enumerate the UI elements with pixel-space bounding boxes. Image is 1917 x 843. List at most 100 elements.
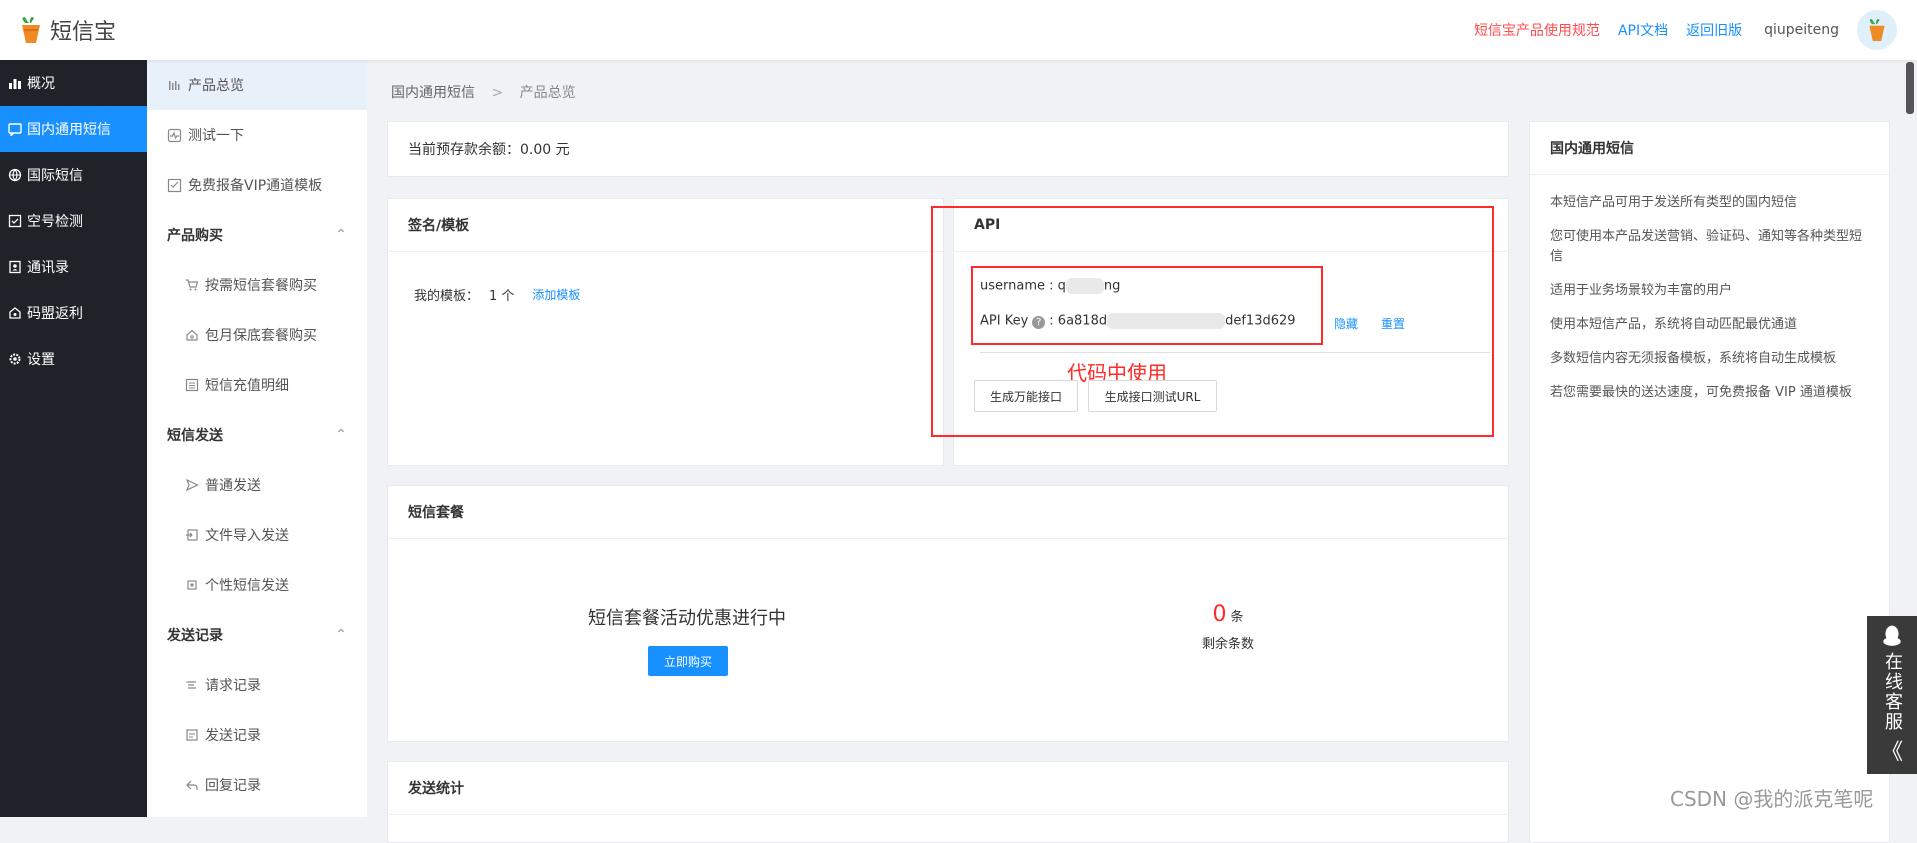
sidebar-item-package-buy[interactable]: 按需短信套餐购买 — [147, 260, 367, 310]
card-title: 国内通用短信 — [1530, 122, 1889, 175]
sidebar-item-custom-send[interactable]: 个性短信发送 — [147, 560, 367, 610]
info-item: 您可使用本产品发送营销、验证码、通知等各种类型短信 — [1550, 229, 1863, 264]
sidebar-item-label: 免费报备VIP通道模板 — [188, 178, 323, 194]
avatar[interactable] — [1857, 10, 1897, 50]
nav-overview[interactable]: 概况 — [0, 60, 147, 106]
package-card: 短信套餐 短信套餐活动优惠进行中 立即购买 0条 剩余条数 — [387, 485, 1509, 742]
top-links: 短信宝产品使用规范 API文档 返回旧版 qiupeiteng — [1474, 0, 1897, 60]
sidebar-item-request-records[interactable]: 请求记录 — [147, 660, 367, 710]
section-purchase[interactable]: 产品购买 ⌃ — [147, 210, 367, 260]
collapse-icon[interactable]: 《 — [1881, 734, 1903, 766]
nav-empty-number-check[interactable]: 空号检测 — [0, 198, 147, 244]
nav-label: 设置 — [27, 352, 55, 368]
bars-icon — [169, 80, 180, 90]
sidebar-item-label: 按需短信套餐购买 — [205, 278, 317, 294]
info-item: 若您需要最快的送达速度，可免费报备 VIP 通道模板 — [1550, 385, 1852, 400]
card-title: 发送统计 — [388, 762, 1508, 815]
sidebar-item-label: 请求记录 — [205, 678, 261, 694]
breadcrumb-root[interactable]: 国内通用短信 — [391, 85, 475, 101]
reply-icon — [186, 780, 198, 790]
message-icon — [8, 123, 22, 136]
remaining-block: 0条 剩余条数 — [1173, 602, 1283, 652]
sidebar-item-test[interactable]: 测试一下 — [147, 110, 367, 160]
nav-settings[interactable]: 设置 — [0, 336, 147, 382]
chevron-up-icon: ⌃ — [335, 627, 347, 643]
request-icon — [186, 681, 196, 689]
nav-label: 通讯录 — [27, 260, 69, 276]
rules-link[interactable]: 短信宝产品使用规范 — [1474, 20, 1600, 40]
sidebar-item-label: 回复记录 — [205, 778, 261, 794]
section-title: 发送记录 — [167, 628, 223, 644]
card-title: 签名/模板 — [388, 199, 943, 252]
old-version-link[interactable]: 返回旧版 — [1686, 20, 1742, 40]
breadcrumb-separator: > — [491, 85, 504, 101]
pulse-icon — [167, 128, 182, 142]
template-label: 我的模板： — [414, 289, 480, 304]
nav-contacts[interactable]: 通讯录 — [0, 244, 147, 290]
qq-penguin-icon — [1883, 625, 1901, 646]
sidebar-item-label: 文件导入发送 — [205, 528, 289, 544]
rebate-icon — [9, 307, 21, 319]
api-doc-link[interactable]: API文档 — [1618, 20, 1668, 40]
sidebar-item-send-records[interactable]: 发送记录 — [147, 710, 367, 760]
sidebar-item-label: 短信充值明细 — [205, 378, 289, 394]
add-template-link[interactable]: 添加模板 — [532, 286, 580, 303]
sidebar-item-label: 发送记录 — [205, 728, 261, 744]
chevron-up-icon: ⌃ — [335, 427, 347, 443]
annotation-box-inner — [971, 266, 1323, 345]
template-row: 我的模板： 1 个 添加模板 — [414, 285, 580, 304]
top-bar: 短信宝 短信宝产品使用规范 API文档 返回旧版 qiupeiteng — [0, 0, 1917, 60]
brand-logo[interactable]: 短信宝 — [18, 14, 116, 46]
sidebar-item-recharge-detail[interactable]: 短信充值明细 — [147, 360, 367, 410]
promo-text: 短信套餐活动优惠进行中 — [588, 608, 786, 629]
import-icon — [186, 529, 198, 541]
nav-label: 码盟返利 — [27, 306, 83, 322]
gear-icon — [9, 353, 21, 365]
watermark: CSDN @我的派克笔呢 — [1670, 787, 1874, 811]
breadcrumb: 国内通用短信 > 产品总览 — [391, 82, 576, 102]
section-title: 产品购买 — [167, 228, 223, 244]
list-icon — [185, 378, 199, 392]
template-count: 1 个 — [489, 289, 515, 304]
signature-card: 签名/模板 我的模板： 1 个 添加模板 — [387, 198, 944, 466]
section-records[interactable]: 发送记录 ⌃ — [147, 610, 367, 660]
address-book-icon — [9, 260, 21, 274]
sidebar-item-file-send[interactable]: 文件导入发送 — [147, 510, 367, 560]
nav-label: 空号检测 — [27, 214, 83, 230]
buy-now-button[interactable]: 立即购买 — [648, 646, 728, 676]
sidebar-item-label: 普通发送 — [205, 478, 261, 494]
sidebar-item-normal-send[interactable]: 普通发送 — [147, 460, 367, 510]
info-panel: 国内通用短信 本短信产品可用于发送所有类型的国内短信 您可使用本产品发送营销、验… — [1529, 121, 1890, 843]
primary-sidebar: 概况 国内通用短信 国际短信 空号检测 通讯录 码盟返利 设置 — [0, 60, 147, 817]
info-list: 本短信产品可用于发送所有类型的国内短信 您可使用本产品发送营销、验证码、通知等各… — [1530, 175, 1889, 403]
chevron-up-icon: ⌃ — [335, 227, 347, 243]
template-icon — [167, 178, 182, 192]
sidebar-item-overview[interactable]: 产品总览 — [147, 60, 367, 110]
record-icon — [186, 729, 198, 741]
sidebar-item-vip-template[interactable]: 免费报备VIP通道模板 — [147, 160, 367, 210]
online-service-label: 在线客服 — [1882, 652, 1903, 732]
sidebar-item-monthly-buy[interactable]: 包月保底套餐购买 — [147, 310, 367, 360]
avatar-carrot-icon — [1869, 19, 1885, 41]
nav-rebate[interactable]: 码盟返利 — [0, 290, 147, 336]
nav-label: 国际短信 — [27, 168, 83, 184]
scrollbar-thumb[interactable] — [1906, 62, 1914, 114]
secondary-sidebar: 产品总览 测试一下 免费报备VIP通道模板 产品购买 ⌃ 按需短信套餐购买 包月… — [147, 60, 367, 817]
info-item: 适用于业务场景较为丰富的用户 — [1550, 283, 1733, 298]
section-title: 短信发送 — [167, 428, 223, 444]
stats-card: 发送统计 — [387, 761, 1509, 843]
nav-domestic-sms[interactable]: 国内通用短信 — [0, 106, 147, 152]
username[interactable]: qiupeiteng — [1764, 22, 1839, 38]
breadcrumb-current: 产品总览 — [519, 85, 576, 101]
remaining-count: 0 — [1212, 602, 1227, 627]
nav-international-sms[interactable]: 国际短信 — [0, 152, 147, 198]
globe-icon — [8, 168, 22, 182]
section-send[interactable]: 短信发送 ⌃ — [147, 410, 367, 460]
info-item: 使用本短信产品，系统将自动匹配最优通道 — [1550, 317, 1798, 332]
info-item: 多数短信内容无须报备模板，系统将自动生成模板 — [1550, 351, 1837, 366]
nav-label: 概况 — [27, 76, 55, 92]
carrot-logo-icon — [22, 17, 40, 43]
online-service-tab[interactable]: 在线客服 《 — [1867, 616, 1917, 774]
sidebar-item-reply-records[interactable]: 回复记录 — [147, 760, 367, 810]
custom-icon — [187, 580, 197, 590]
